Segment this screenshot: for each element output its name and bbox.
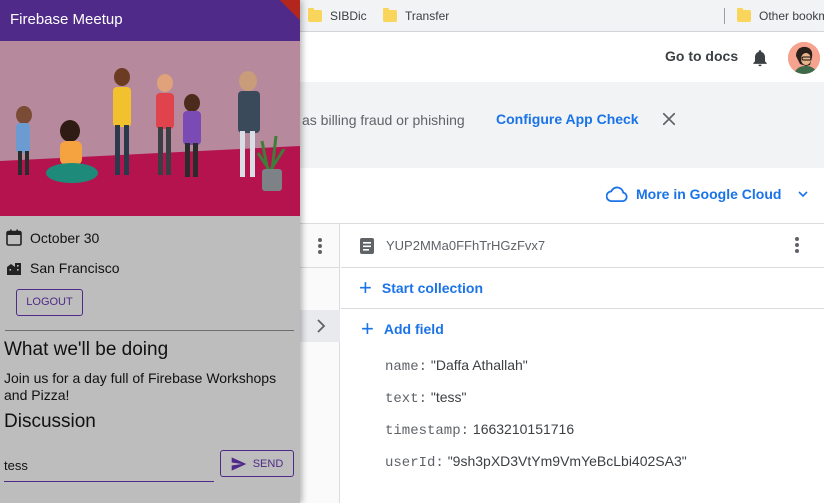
send-button-label: SEND [252, 457, 284, 470]
debug-banner [280, 0, 300, 20]
section-divider [5, 330, 294, 331]
calendar-icon [6, 229, 22, 246]
event-location-text: San Francisco [30, 260, 120, 276]
send-button[interactable]: SEND [220, 450, 294, 477]
app-bar: Firebase Meetup [0, 0, 300, 41]
event-location: San Francisco [6, 260, 119, 276]
event-date-text: October 30 [30, 229, 100, 246]
hero-illustration [0, 41, 300, 216]
event-description: Join us for a day full of Firebase Works… [4, 370, 277, 403]
send-icon [231, 456, 247, 471]
message-input[interactable] [4, 450, 214, 482]
discussion-heading: Discussion [4, 411, 96, 432]
meetup-app-window: Firebase Meetup October 30 San Francisco… [0, 0, 300, 503]
meetup-people-illustration-icon [0, 41, 300, 216]
app-title: Firebase Meetup [10, 11, 123, 28]
logout-button[interactable]: LOGOUT [16, 289, 83, 316]
location-city-icon [7, 263, 21, 275]
section-heading: What we'll be doing [4, 339, 169, 360]
event-date: October 30 [6, 229, 99, 246]
